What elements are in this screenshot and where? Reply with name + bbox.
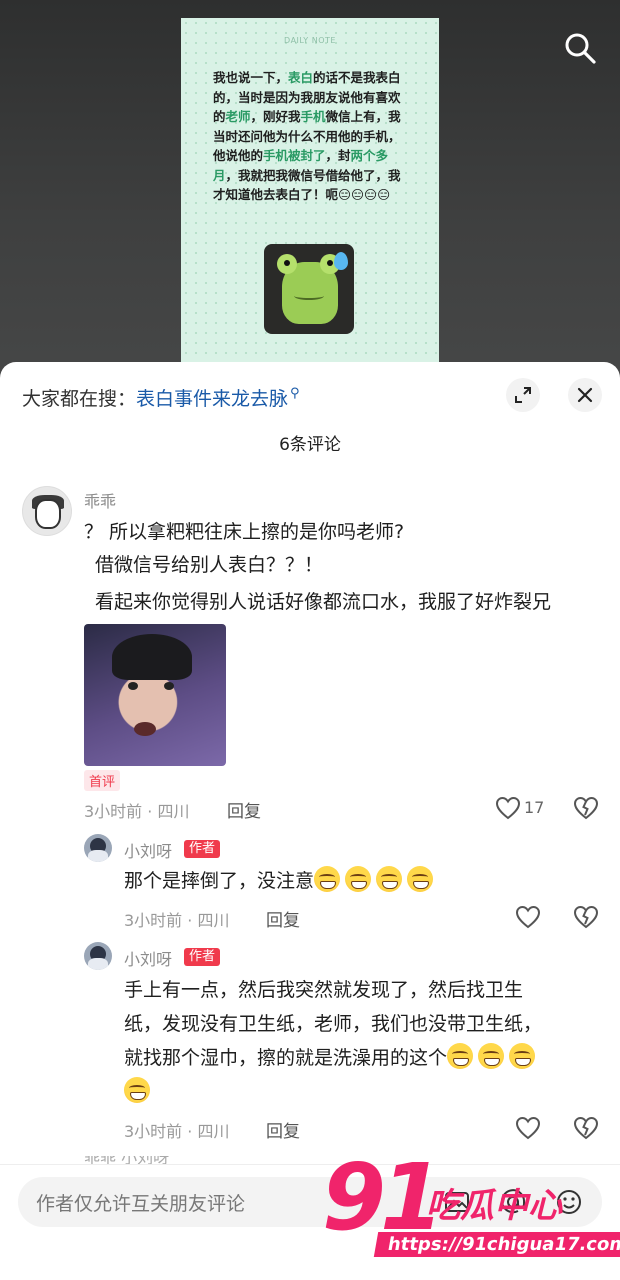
reply-line-4: [124, 1076, 155, 1109]
comment-username[interactable]: 乖乖: [84, 488, 116, 512]
broken-heart-icon[interactable]: [572, 794, 600, 822]
comment-input-placeholder: 作者仅允许互关朋友评论: [36, 1193, 246, 1215]
close-icon: [577, 387, 593, 403]
reply-username[interactable]: 小刘呀: [124, 946, 172, 970]
note-highlight: 表白: [288, 70, 314, 85]
broken-heart-icon[interactable]: [572, 1114, 600, 1142]
reply-meta: 3小时前 · 四川: [124, 911, 230, 930]
first-comment-badge: 首评: [84, 770, 121, 791]
note-segment: ，封: [325, 148, 351, 163]
reply-text: 那个是摔倒了，没注意: [124, 865, 438, 898]
comment-count: 6条评论: [279, 435, 341, 455]
note-segment: ，刚好我: [250, 109, 301, 124]
comment-line-2: 借微信号给别人表白？？！: [95, 554, 324, 576]
heart-icon[interactable]: [514, 903, 542, 931]
reply-line-3: 就找那个湿巾，擦的就是洗澡用的这个: [124, 1042, 540, 1075]
reply-line-1: 手上有一点，然后我突然就发现了，然后找卫生: [124, 979, 524, 1001]
comment-input-bar: 作者仅允许互关朋友评论: [0, 1164, 620, 1280]
grimace-emoji-icon: [124, 1077, 150, 1103]
comment-meme-image[interactable]: [84, 624, 226, 766]
comment-line-1: ？ 所以拿粑粑往床上擦的是你吗老师?: [84, 521, 405, 543]
hot-search-link[interactable]: 大家都在搜： 表白事件来龙去脉 ⚲: [22, 384, 300, 411]
daily-note-image[interactable]: DAILY NOTE 我也说一下，表白的话不是我表白的，当时是因为我朋友说他有喜…: [181, 18, 439, 368]
note-highlight: 手机被封了: [263, 148, 326, 163]
grimace-emoji-icon: [478, 1043, 505, 1069]
hot-search-keyword[interactable]: 表白事件来龙去脉: [136, 384, 288, 411]
comment-input[interactable]: 作者仅允许互关朋友评论: [18, 1177, 602, 1227]
frog-sticker: [264, 244, 354, 334]
heart-icon[interactable]: [514, 1114, 542, 1142]
note-highlight: 手机: [300, 109, 326, 124]
emoji-icon[interactable]: [554, 1187, 584, 1217]
grimace-emoji-icon: [345, 866, 372, 892]
at-mention-icon[interactable]: [498, 1187, 528, 1217]
reply-button[interactable]: 回复: [266, 1117, 300, 1142]
reply-meta: 3小时前 · 四川: [124, 1122, 230, 1141]
heart-icon[interactable]: [494, 794, 522, 822]
reply-username[interactable]: 小刘呀: [124, 838, 172, 862]
broken-heart-icon[interactable]: [572, 903, 600, 931]
reply-button[interactable]: 回复: [227, 797, 261, 822]
avatar[interactable]: [84, 942, 112, 970]
author-badge: 作者: [184, 948, 221, 966]
hot-search-prefix: 大家都在搜：: [22, 388, 137, 410]
grimace-emoji-icon: [376, 866, 403, 892]
grimace-emoji-icon: [509, 1043, 536, 1069]
reply-line-2: 纸，发现没有卫生纸，老师，我们也没带卫生纸，: [124, 1013, 543, 1035]
note-header: DAILY NOTE: [284, 36, 336, 45]
grimace-emoji-icon: [407, 866, 434, 892]
video-preview-area[interactable]: DAILY NOTE 我也说一下，表白的话不是我表白的，当时是因为我朋友说他有喜…: [0, 0, 620, 380]
grimace-emoji-icon: [314, 866, 341, 892]
grimace-emoji-icon: [447, 1043, 474, 1069]
comment-line-3: 看起来你觉得别人说话好像都流口水，我服了好炸裂兄: [95, 591, 552, 613]
note-segment: ，我就把我微信号借给他了，我才知道他去表白了！呃😑😑😑😑: [213, 167, 401, 203]
comment-meta: 3小时前 · 四川: [84, 802, 190, 821]
note-highlight: 老师: [225, 109, 251, 124]
note-text: 我也说一下，表白的话不是我表白的，当时是因为我朋友说他有喜欢的老师，刚好我手机微…: [213, 68, 411, 205]
reply-button[interactable]: 回复: [266, 906, 300, 931]
avatar[interactable]: [84, 834, 112, 862]
close-button[interactable]: [568, 378, 602, 412]
author-badge: 作者: [184, 840, 221, 858]
expand-icon: [515, 387, 531, 403]
search-small-icon: ⚲: [290, 386, 300, 401]
expand-button[interactable]: [506, 378, 540, 412]
like-count: 17: [524, 798, 545, 817]
avatar[interactable]: [22, 486, 72, 536]
comments-sheet: 大家都在搜： 表白事件来龙去脉 ⚲ 6条评论 乖乖 ？ 所以拿粑粑往床上擦的是你…: [0, 362, 620, 1280]
image-icon[interactable]: [442, 1187, 472, 1217]
note-segment: 我也说一下，: [213, 70, 289, 85]
search-icon[interactable]: [562, 30, 598, 66]
